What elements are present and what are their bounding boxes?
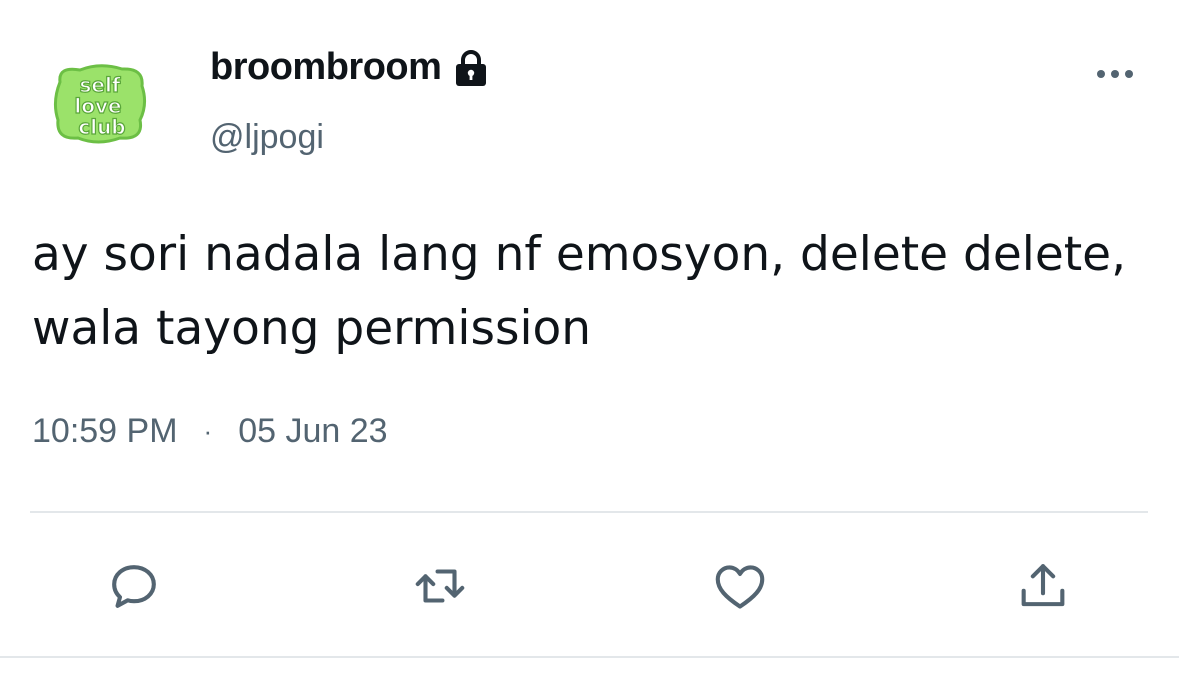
tweet-time[interactable]: 10:59 PM [32,412,178,451]
heart-icon [715,565,765,609]
separator: · [203,416,213,446]
tweet-card: self love club broombroom @ljpogi ay sor… [0,0,1179,675]
like-button[interactable] [710,556,770,616]
more-icon[interactable] [1093,60,1137,88]
display-name-text[interactable]: broombroom [210,46,442,89]
share-icon [1021,564,1065,607]
reply-button[interactable] [104,556,164,616]
divider [30,511,1148,513]
retweet-icon [415,569,465,603]
svg-text:club: club [78,115,125,139]
reply-icon [112,565,156,608]
user-handle[interactable]: @ljpogi [210,118,324,157]
lock-icon [451,48,491,88]
tweet-metadata: 10:59 PM · 05 Jun 23 [32,412,388,451]
retweet-button[interactable] [410,556,470,616]
self-love-club-logo: self love club [53,64,147,144]
avatar[interactable]: self love club [50,60,150,146]
display-name[interactable]: broombroom [210,46,491,89]
share-button[interactable] [1013,556,1073,616]
bottom-divider [0,656,1179,658]
tweet-date[interactable]: 05 Jun 23 [238,412,387,451]
tweet-text: ay sori nadala lang nf emosyon, delete d… [32,227,1127,356]
